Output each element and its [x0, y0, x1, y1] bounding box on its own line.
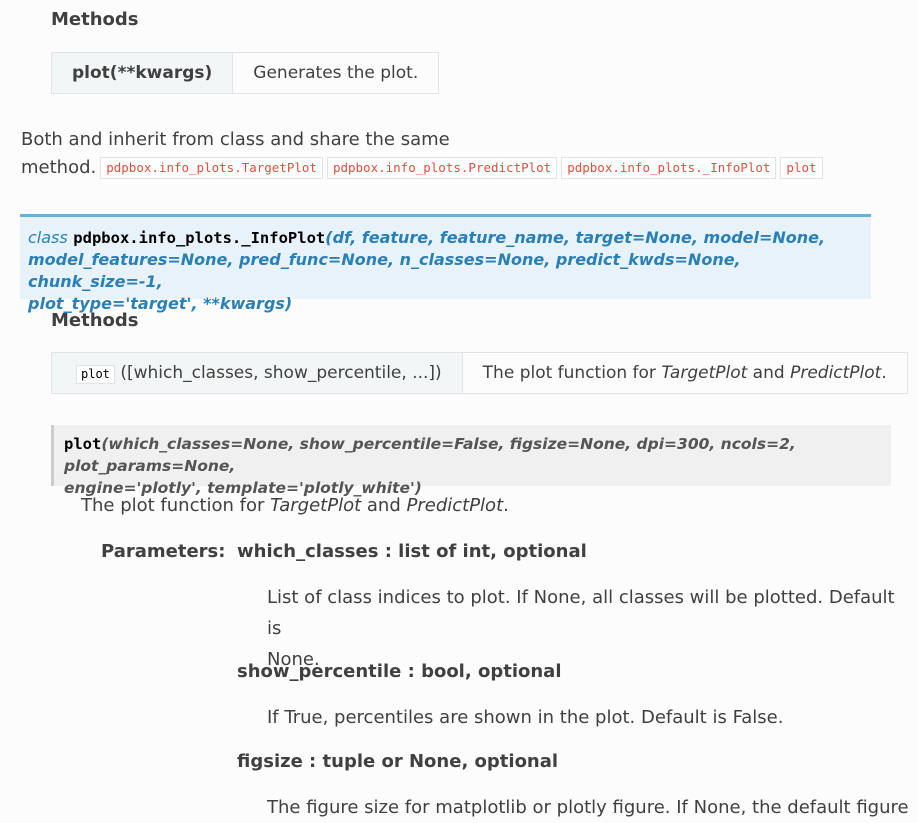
- ref-plot[interactable]: plot: [780, 157, 823, 179]
- class-methods-heading: Methods: [51, 310, 139, 331]
- class-params-3: plot_type='target', **kwargs): [28, 294, 293, 313]
- desc-and: and: [747, 363, 791, 383]
- table-row: plot ([which_classes, show_percentile, .…: [51, 352, 908, 394]
- method-description: The plot function for TargetPlot and Pre…: [81, 495, 509, 516]
- class-sig-line-1: class pdpbox.info_plots._InfoPlot(df, fe…: [28, 227, 871, 249]
- class-name: pdpbox.info_plots._InfoPlot: [73, 229, 326, 247]
- param-type: which_classes : list of int, optional: [237, 541, 587, 562]
- param-description: If True, percentiles are shown in the pl…: [267, 707, 784, 728]
- class-method-cell[interactable]: plot ([which_classes, show_percentile, .…: [51, 352, 463, 394]
- table-row: plot(**kwargs) Generates the plot.: [50, 52, 440, 94]
- ref-infoplot[interactable]: pdpbox.info_plots._InfoPlot: [561, 157, 777, 179]
- method-description: Generates the plot.: [232, 52, 440, 94]
- desc-suffix: .: [881, 363, 887, 383]
- class-methods-table: plot ([which_classes, show_percentile, .…: [51, 352, 908, 394]
- class-method-description: The plot function for TargetPlot and Pre…: [461, 352, 908, 394]
- class-params-2: model_features=None, pred_func=None, n_c…: [28, 250, 741, 291]
- param-description: The figure size for matplotlib or plotly…: [267, 797, 909, 818]
- inherit-line-1: Both and inherit from class and share th…: [21, 129, 450, 150]
- method-sig-line-1: plot(which_classes=None, show_percentile…: [64, 433, 891, 477]
- class-method-code[interactable]: plot: [76, 364, 115, 384]
- class-method-args: ([which_classes, show_percentile, ...]): [120, 362, 442, 383]
- inherit-method-text: method.: [21, 157, 97, 178]
- method-name: plot: [64, 435, 102, 453]
- methods-table: plot(**kwargs) Generates the plot.: [50, 52, 440, 94]
- md-predictplot: PredictPlot: [406, 495, 504, 516]
- param-desc-line: List of class indices to plot. If None, …: [267, 587, 895, 639]
- md-targetplot: TargetPlot: [270, 495, 362, 516]
- method-params-1: (which_classes=None, show_percentile=Fal…: [64, 435, 796, 475]
- desc-predictplot: PredictPlot: [790, 363, 882, 383]
- methods-heading: Methods: [51, 9, 139, 30]
- md-prefix: The plot function for: [81, 495, 271, 516]
- desc-targetplot: TargetPlot: [661, 363, 748, 383]
- ref-predictplot[interactable]: pdpbox.info_plots.PredictPlot: [326, 157, 558, 179]
- class-signature: class pdpbox.info_plots._InfoPlot(df, fe…: [20, 214, 871, 313]
- inherit-paragraph: Both and inherit from class and share th…: [21, 126, 823, 182]
- class-keyword: class: [28, 228, 68, 247]
- md-suffix: .: [503, 495, 509, 516]
- method-signature: plot(which_classes=None, show_percentile…: [51, 425, 891, 497]
- parameters-label: Parameters:: [101, 541, 226, 562]
- desc-prefix: The plot function for: [482, 363, 662, 383]
- param-type: show_percentile : bool, optional: [237, 661, 562, 682]
- param-type: figsize : tuple or None, optional: [237, 751, 559, 772]
- inherit-line-2: method. pdpbox.info_plots.TargetPlot pdp…: [21, 154, 823, 182]
- ref-targetplot[interactable]: pdpbox.info_plots.TargetPlot: [100, 157, 323, 179]
- md-and: and: [361, 495, 407, 516]
- method-name[interactable]: plot(**kwargs): [50, 52, 234, 94]
- class-params-1: (df, feature, feature_name, target=None,…: [325, 228, 826, 247]
